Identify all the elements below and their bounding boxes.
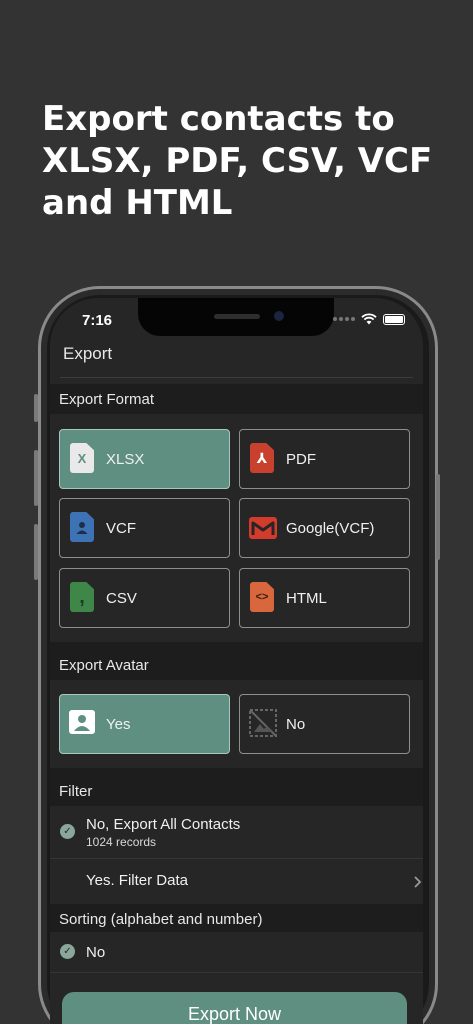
section-header-sorting: Sorting (alphabet and number) bbox=[50, 904, 423, 932]
filter-data-title: Yes. Filter Data bbox=[86, 872, 188, 889]
format-label: PDF bbox=[286, 450, 316, 468]
pdf-file-icon: ⅄ bbox=[248, 443, 276, 475]
headline-line-3: and HTML bbox=[42, 183, 233, 223]
format-vcf-button[interactable]: VCF bbox=[59, 498, 230, 558]
status-time: 7:16 bbox=[82, 312, 113, 329]
csv-file-icon: , bbox=[68, 582, 96, 614]
format-label: HTML bbox=[286, 589, 327, 607]
volume-up-button bbox=[34, 450, 38, 506]
export-now-button[interactable]: Export Now bbox=[62, 992, 407, 1024]
promo-headline: Export contacts to XLSX, PDF, CSV, VCF a… bbox=[42, 98, 462, 224]
avatar-no-button[interactable]: No bbox=[239, 694, 410, 754]
speaker bbox=[214, 314, 260, 319]
section-header-export-format: Export Format bbox=[50, 384, 423, 414]
power-button bbox=[436, 474, 440, 560]
chevron-right-icon bbox=[414, 876, 422, 888]
volume-down-button bbox=[34, 524, 38, 580]
filter-all-contacts-row[interactable]: ✓ No, Export All Contacts 1024 records bbox=[50, 806, 423, 858]
format-xlsx-button[interactable]: X XLSX bbox=[59, 429, 230, 489]
section-header-filter: Filter bbox=[50, 768, 423, 806]
html-file-icon: <> bbox=[248, 582, 276, 614]
no-image-icon bbox=[248, 708, 277, 740]
format-label: CSV bbox=[106, 589, 137, 607]
filter-data-row[interactable]: Yes. Filter Data bbox=[50, 859, 423, 904]
contact-card-icon bbox=[68, 708, 96, 740]
format-pdf-button[interactable]: ⅄ PDF bbox=[239, 429, 410, 489]
format-html-button[interactable]: <> HTML bbox=[239, 568, 410, 628]
checkmark-icon: ✓ bbox=[60, 944, 75, 959]
format-csv-button[interactable]: , CSV bbox=[59, 568, 230, 628]
filter-all-subtitle: 1024 records bbox=[86, 835, 157, 849]
format-label: VCF bbox=[106, 519, 136, 537]
nav-divider bbox=[60, 377, 413, 378]
app-screen: 7:16 Export Export Format X XLSX ⅄ PDF V… bbox=[50, 298, 423, 1024]
front-camera bbox=[274, 311, 284, 321]
headline-line-2: XLSX, PDF, CSV, VCF bbox=[42, 141, 433, 181]
avatar-yes-button[interactable]: Yes bbox=[59, 694, 230, 754]
row-divider bbox=[50, 972, 423, 973]
format-label: Google(VCF) bbox=[286, 519, 375, 537]
nav-title: Export bbox=[63, 344, 113, 363]
mute-switch bbox=[34, 394, 38, 422]
avatar-label: Yes bbox=[106, 715, 131, 733]
signal-icon bbox=[333, 317, 355, 321]
notch bbox=[138, 298, 334, 336]
avatar-label: No bbox=[286, 715, 306, 733]
format-google-vcf-button[interactable]: Google(VCF) bbox=[239, 498, 410, 558]
vcf-file-icon bbox=[68, 512, 96, 544]
battery-icon bbox=[383, 313, 405, 325]
sorting-no-row[interactable]: ✓ No bbox=[50, 932, 423, 972]
wifi-icon bbox=[361, 313, 377, 325]
sorting-no-label: No bbox=[86, 944, 106, 961]
gmail-icon bbox=[248, 512, 277, 544]
status-icons bbox=[333, 313, 405, 325]
xlsx-file-icon: X bbox=[68, 443, 96, 475]
filter-all-title: No, Export All Contacts bbox=[86, 816, 241, 833]
headline-line-1: Export contacts to bbox=[42, 99, 395, 139]
format-label: XLSX bbox=[106, 450, 145, 468]
checkmark-icon: ✓ bbox=[60, 824, 75, 839]
section-header-export-avatar: Export Avatar bbox=[50, 642, 423, 680]
